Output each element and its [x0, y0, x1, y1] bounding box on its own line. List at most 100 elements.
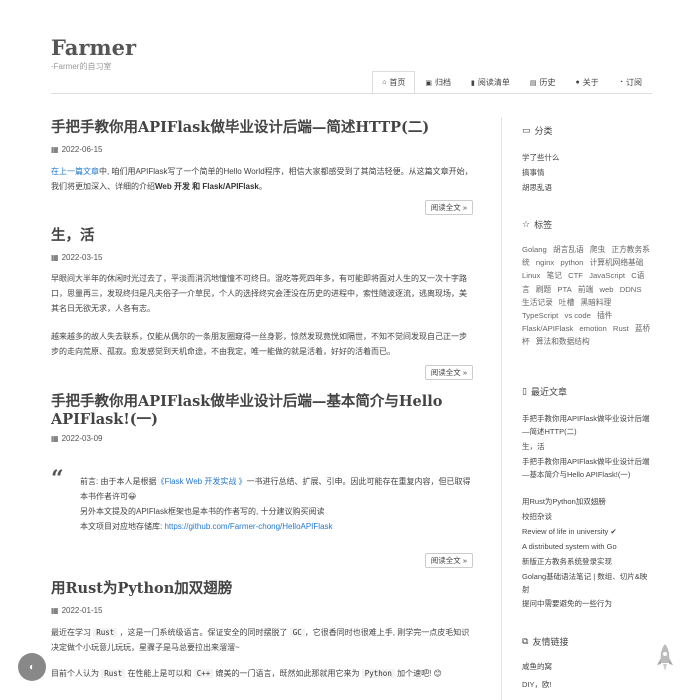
- inline-code: GC: [289, 628, 305, 637]
- tag-link[interactable]: 计算机网络基础: [590, 258, 644, 267]
- category-link[interactable]: 学了些什么: [522, 151, 653, 164]
- post-excerpt: 早眼间大半年的休闲时光过去了，平淡而消沉地憧憧不可终日。混吃等死四年多，有可能即…: [51, 274, 467, 313]
- tag-link[interactable]: Flask/APIFlask: [522, 324, 573, 333]
- tag-link[interactable]: Linux: [522, 271, 540, 280]
- nav-label: 历史: [539, 78, 556, 87]
- inline-code: Python: [361, 669, 395, 678]
- tag-link[interactable]: PTA: [557, 285, 571, 294]
- recent-post-link[interactable]: 用Rust为Python加双翅膀: [522, 495, 653, 508]
- prev-post-link[interactable]: 在上一篇文章: [51, 167, 99, 176]
- excerpt-bold: Web 开发 和 Flask/APIFlask: [155, 182, 259, 191]
- theme-toggle-button[interactable]: ◐: [18, 653, 46, 681]
- tag-link[interactable]: nginx: [536, 258, 554, 267]
- nav-label: 阅读清单: [477, 78, 510, 87]
- tag-link[interactable]: 黑暗料理: [580, 298, 611, 307]
- link-icon: ⧉: [522, 636, 529, 646]
- excerpt-text: 媲美的一门语言，既然如此那就用它来为: [213, 669, 362, 678]
- tag-cloud: Golang 胡言乱语 爬虫 正方教务系统 nginx python 计算机网络…: [522, 243, 653, 349]
- nav-history[interactable]: ▤ 历史: [520, 71, 566, 93]
- blockquote: 前言: 由于本人是根据《Flask Web 开发实战 》一书进行总结、扩展、引申…: [80, 474, 473, 534]
- recent-post-link[interactable]: 提问中需要避免的一些行为: [522, 597, 653, 610]
- excerpt-text: 。: [258, 182, 267, 191]
- tag-link[interactable]: 前端: [578, 285, 593, 294]
- quote-line: 另外本文提及的APIFlask框架也是本书的作者写的, 十分建议购买阅读: [80, 507, 325, 516]
- nav-about[interactable]: ● 关于: [566, 71, 609, 93]
- post-excerpt: 越来越多的故人失去联系，仅能从偶尔的一条朋友圈窥得一丝身影，惊然发现竟恍如隔世，…: [51, 332, 467, 356]
- calendar-icon: ▦: [51, 434, 59, 443]
- tag-link[interactable]: TypeScript: [522, 311, 558, 320]
- calendar-icon: ▦: [51, 253, 59, 262]
- tag-link[interactable]: Rust: [613, 324, 629, 333]
- recent-post-link[interactable]: 校招杂谈: [522, 510, 653, 523]
- folder-icon: ▭: [522, 125, 531, 135]
- tag-link[interactable]: emotion: [579, 324, 606, 333]
- recent-post-link[interactable]: Golang基础语法笔记 | 数组、切片&映射: [522, 570, 653, 596]
- tag-link[interactable]: 生活记录: [522, 298, 553, 307]
- recent-post-link[interactable]: Review of life in university ✔: [522, 525, 653, 538]
- inline-code: Rust: [101, 669, 126, 678]
- book-link[interactable]: 《Flask Web 开发实战 》: [156, 477, 246, 486]
- book-icon: ▤: [529, 79, 537, 87]
- post-title[interactable]: 生，活: [51, 227, 473, 245]
- tag-link[interactable]: python: [560, 258, 583, 267]
- recent-post-link[interactable]: 手把手教你用APIFlask做毕业设计后端—基本简介与Hello APIFlas…: [522, 455, 653, 481]
- read-more-button[interactable]: 阅读全文 »: [424, 553, 473, 568]
- tag-link[interactable]: vs code: [564, 311, 591, 320]
- category-link[interactable]: 搞事情: [522, 166, 653, 179]
- quote-line: 前言: 由于本人是根据《Flask Web 开发实战 》一书进行总结、扩展、引申…: [80, 474, 473, 504]
- excerpt-text: ，这是一门系统级语言。保证安全的同时摆脱了: [117, 628, 290, 637]
- tag-link[interactable]: 吐槽: [559, 298, 574, 307]
- tag-link[interactable]: 刷题: [536, 285, 551, 294]
- post-date: ▦ 2022-03-15: [51, 253, 102, 262]
- repo-link[interactable]: https://github.com/Farmer-chong/HelloAPI…: [164, 522, 332, 531]
- page-wrapper: Farmer -Farmer的自习室 ⌂ 首页 ▣ 归档 ▮ 阅读清单 ▤ 历史 ● 关于…: [51, 0, 652, 700]
- quote-line: 本文项目对应地存储库: https://github.com/Farmer-ch…: [80, 519, 473, 534]
- post-excerpt: 在上一篇文章中, 咱们用APIFlask写了一个简单的Hello World程序…: [51, 164, 473, 194]
- nav-label: 订阅: [626, 78, 642, 87]
- sidebar-divider: [501, 117, 502, 700]
- tag-link[interactable]: web: [599, 285, 613, 294]
- tag-link[interactable]: CTF: [568, 271, 583, 280]
- file-icon: ▯: [522, 386, 527, 396]
- excerpt-text: 加个速吧! 😊: [394, 669, 442, 678]
- tag-link[interactable]: 胡言乱语: [553, 245, 584, 254]
- heading-text: 标签: [534, 220, 553, 230]
- recent-post-link[interactable]: 生，活: [522, 440, 653, 453]
- tag-link[interactable]: 爬虫: [590, 245, 605, 254]
- star-icon: ☆: [522, 219, 531, 229]
- tag-link[interactable]: JavaScript: [589, 271, 625, 280]
- read-more-button[interactable]: 阅读全文 »: [424, 200, 473, 215]
- quote-text: 前言: 由于本人是根据: [80, 477, 157, 486]
- excerpt-text: 最近在学习: [51, 628, 94, 637]
- post-date: ▦ 2022-01-15: [51, 606, 102, 615]
- nav-label: 关于: [582, 78, 599, 87]
- post-title[interactable]: 手把手教你用APIFlask做毕业设计后端—简述HTTP(二): [51, 119, 473, 137]
- tag-link[interactable]: 算法和数据结构: [536, 337, 590, 346]
- recent-heading: ▯ 最近文章: [522, 385, 567, 398]
- inline-code: Rust: [93, 628, 118, 637]
- categories-heading: ▭ 分类: [522, 124, 553, 137]
- rss-icon: ◔: [618, 79, 623, 86]
- friend-link[interactable]: 咸鱼的窝: [522, 660, 653, 673]
- post-title[interactable]: 手把手教你用APIFlask做毕业设计后端—基本简介与Hello APIFlas…: [51, 393, 473, 429]
- calendar-icon: ▦: [51, 606, 59, 615]
- category-link[interactable]: 胡思乱语: [522, 181, 653, 194]
- date-text: 2022-03-15: [61, 253, 103, 262]
- user-icon: ●: [575, 79, 580, 86]
- friend-link[interactable]: DIY，欧!: [522, 678, 653, 691]
- tag-link[interactable]: 插件: [597, 311, 612, 320]
- heading-text: 友情链接: [532, 637, 569, 647]
- recent-post-link[interactable]: 新版正方教务系统登录实现: [522, 555, 653, 568]
- recent-post-link[interactable]: A distributed system with Go: [522, 540, 653, 553]
- quote-text: 本文项目对应地存储库:: [80, 522, 165, 531]
- date-text: 2022-06-15: [61, 145, 103, 154]
- tag-link[interactable]: 笔记: [547, 271, 562, 280]
- post-title[interactable]: 用Rust为Python加双翅膀: [51, 580, 473, 598]
- tag-link[interactable]: DDNS: [620, 285, 642, 294]
- tags-heading: ☆ 标签: [522, 218, 552, 231]
- tag-link[interactable]: Golang: [522, 245, 547, 254]
- back-to-top-rocket-icon[interactable]: [656, 643, 674, 673]
- read-more-button[interactable]: 阅读全文 »: [424, 365, 473, 380]
- nav-rss[interactable]: ◔ 订阅: [609, 71, 652, 93]
- recent-post-link[interactable]: 手把手教你用APIFlask做毕业设计后端—简述HTTP(二): [522, 412, 653, 438]
